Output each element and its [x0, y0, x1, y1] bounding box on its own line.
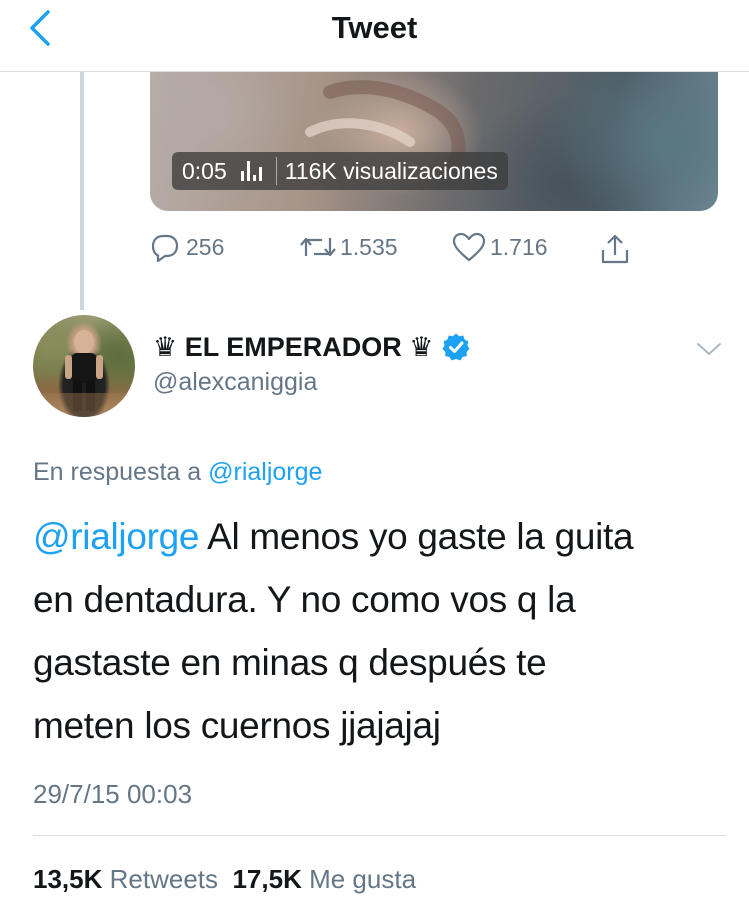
tweet-text: @rialjorge Al menos yo gaste la guita en…	[33, 505, 723, 757]
retweets-stat-label: Retweets	[109, 864, 219, 894]
navigation-bar: Tweet	[0, 0, 749, 72]
avatar[interactable]	[33, 315, 135, 417]
author-display-name: ♛ EL EMPERADOR ♛	[153, 331, 434, 362]
divider	[33, 835, 726, 836]
video-duration: 0:05	[182, 157, 227, 184]
overlay-divider	[275, 157, 277, 185]
tweet-text-line: gastaste en minas q después te	[33, 642, 547, 683]
tweet-timestamp: 29/7/15 00:03	[33, 779, 193, 809]
mention-link[interactable]: @rialjorge	[33, 516, 199, 557]
like-icon	[452, 232, 486, 262]
retweet-button[interactable]: 1.535	[298, 232, 398, 262]
retweet-count: 1.535	[340, 233, 398, 260]
share-button[interactable]	[598, 232, 632, 266]
author-handle[interactable]: @alexcaniggia	[153, 368, 317, 397]
reply-button[interactable]: 256	[150, 232, 224, 262]
reply-count: 256	[186, 233, 225, 260]
previous-tweet-actions: 256 1.535 1.716	[150, 232, 650, 272]
verified-badge-icon	[442, 333, 470, 361]
author-name-row[interactable]: ♛ EL EMPERADOR ♛	[153, 330, 471, 364]
chevron-down-icon[interactable]	[694, 334, 724, 364]
like-button[interactable]: 1.716	[452, 232, 548, 262]
likes-stat-label: Me gusta	[309, 864, 417, 894]
tweet-text-line: meten los cuernos jjajajaj	[33, 705, 441, 746]
retweets-stat[interactable]: 13,5K Retweets	[33, 864, 218, 894]
reply-context: En respuesta a @rialjorge	[33, 458, 322, 487]
likes-stat-count: 17,5K	[232, 864, 302, 894]
reply-prefix: En respuesta a	[33, 458, 202, 486]
avatar-photo	[33, 330, 135, 417]
tweet-text-fragment: Al menos yo gaste la guita	[199, 516, 634, 557]
video-info-overlay: 0:05 116K visualizaciones	[172, 152, 508, 190]
reply-to-mention-link[interactable]: @rialjorge	[208, 458, 322, 486]
reply-icon	[151, 234, 179, 262]
tweet-stats: 13,5K Retweets 17,5K Me gusta	[33, 864, 416, 895]
video-thumbnail[interactable]: 0:05 116K visualizaciones	[150, 72, 718, 211]
share-icon	[601, 234, 629, 264]
likes-stat[interactable]: 17,5K Me gusta	[232, 864, 416, 894]
retweet-icon	[300, 237, 336, 257]
audio-bars-icon	[240, 161, 262, 181]
thread-connector-line	[80, 72, 84, 310]
like-count: 1.716	[490, 233, 548, 260]
tweet-text-line: @rialjorge Al menos yo gaste la guita	[33, 505, 723, 568]
page-title: Tweet	[331, 10, 418, 45]
tweet-text-line: en dentadura. Y no como vos q la	[33, 579, 576, 620]
retweets-stat-count: 13,5K	[33, 864, 103, 894]
video-view-count: 116K visualizaciones	[284, 157, 498, 184]
